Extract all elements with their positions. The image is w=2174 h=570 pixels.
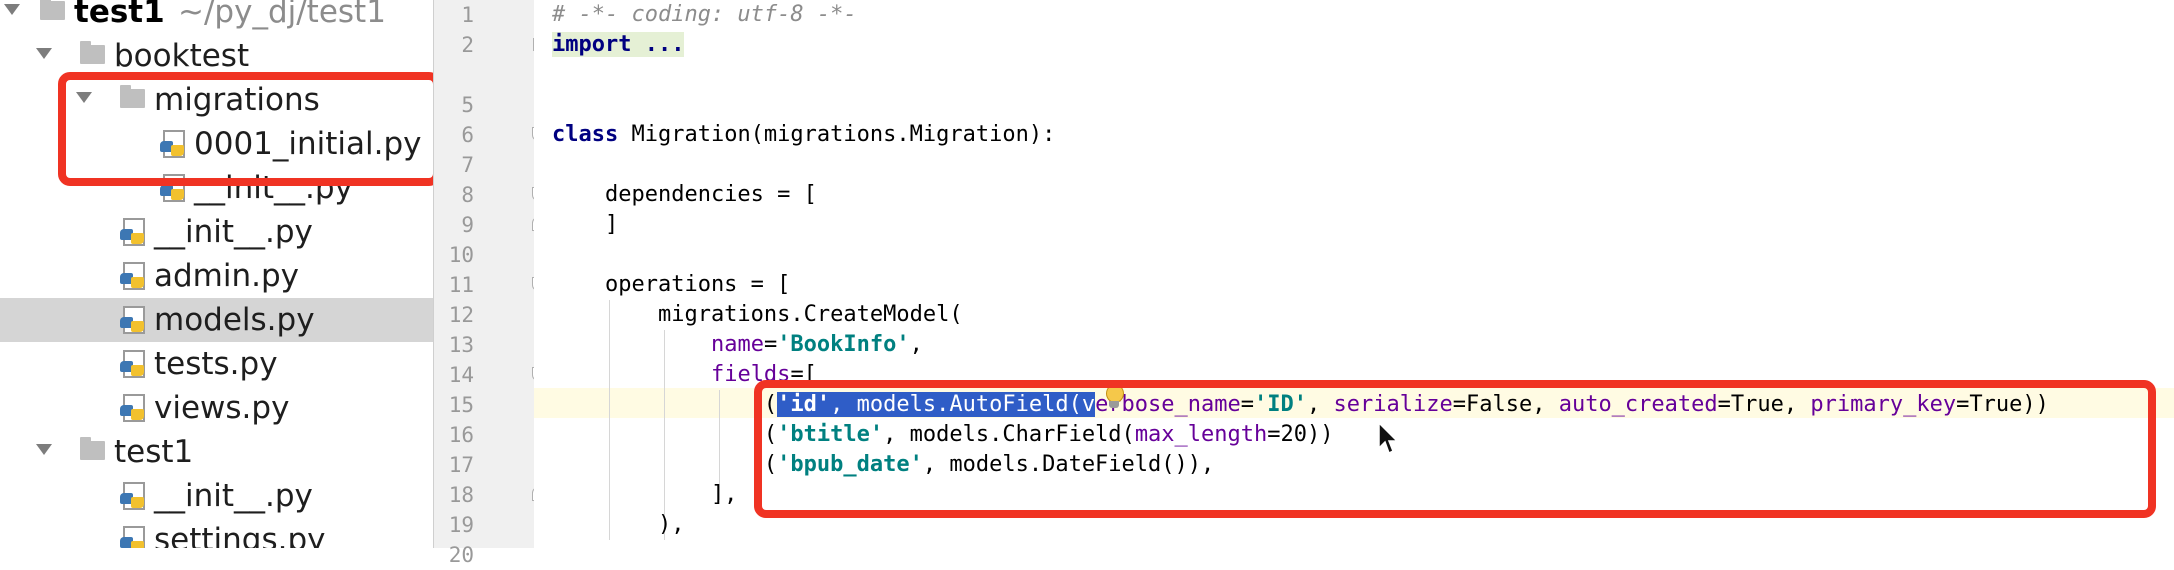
python-file-icon	[120, 261, 146, 290]
line-number: 9	[461, 213, 474, 237]
code-param: name	[710, 332, 764, 357]
tree-item-label: booktest	[114, 38, 250, 74]
tree-item-label: test1	[74, 0, 165, 30]
folder-icon	[80, 437, 105, 460]
line-number: 13	[448, 333, 474, 357]
line-number: 20	[448, 543, 474, 567]
line-number: 1	[461, 3, 474, 27]
code-line-10: ]	[552, 212, 619, 237]
tree-item-label: views.py	[154, 390, 290, 426]
code-text: Migration(migrations.Migration):	[618, 122, 1056, 147]
python-file-icon	[120, 481, 146, 510]
line-number: 18	[448, 483, 474, 507]
mouse-cursor-icon	[1378, 422, 1399, 455]
line-number: 7	[461, 153, 474, 177]
python-file-icon	[120, 305, 146, 334]
chevron-down-icon[interactable]	[36, 444, 52, 455]
code-line-7: class Migration(migrations.Migration):	[552, 120, 1055, 150]
tree-item-test1-init[interactable]: __init__.py	[0, 474, 433, 518]
tree-item-test1-root[interactable]: test1 ~/py_dj/test1	[0, 0, 433, 34]
line-number: 2	[461, 33, 474, 57]
line-number-gutter: 1 2 5 6 7 8 9 10 11 12 13 14 15 16 17 18…	[433, 0, 546, 567]
line-number: 12	[448, 303, 474, 327]
tree-item-label: __init__.py	[154, 214, 313, 250]
chevron-down-icon[interactable]	[36, 48, 52, 59]
line-number: 5	[461, 93, 474, 117]
tree-item-admin[interactable]: admin.py	[0, 254, 433, 298]
tree-item-path: ~/py_dj/test1	[178, 0, 386, 30]
code-line-12: operations = [	[552, 272, 791, 297]
tree-item-label: settings.py	[154, 522, 326, 548]
code-line-20: ),	[552, 512, 685, 537]
python-file-icon	[120, 349, 146, 378]
tree-item-test1[interactable]: test1	[0, 430, 433, 474]
tree-item-label: __init__.py	[154, 478, 313, 514]
line-number: 14	[448, 363, 474, 387]
tree-item-label: tests.py	[154, 346, 278, 382]
code-line-1: # -*- coding: utf-8 -*-	[552, 2, 857, 27]
tree-item-label: models.py	[154, 302, 315, 338]
code-keyword: import	[552, 32, 632, 57]
tree-item-tests[interactable]: tests.py	[0, 342, 433, 386]
line-number: 19	[448, 513, 474, 537]
line-number: 8	[461, 183, 474, 207]
code-line-2: import ...	[552, 30, 685, 60]
code-string: 'BookInfo'	[777, 332, 910, 357]
tree-item-label: admin.py	[154, 258, 300, 294]
line-number: 10	[448, 243, 474, 267]
folded-region[interactable]: ...	[631, 32, 685, 57]
python-file-icon	[120, 393, 146, 422]
python-file-icon	[120, 525, 146, 548]
tree-item-label: test1	[114, 434, 194, 470]
line-number: 6	[461, 123, 474, 147]
code-line-9: dependencies = [	[552, 182, 817, 207]
highlight-box-fields	[754, 380, 2156, 518]
folder-icon	[80, 41, 105, 64]
code-line-13: migrations.CreateModel(	[552, 302, 963, 327]
line-number: 11	[448, 273, 474, 297]
tree-item-booktest-init[interactable]: __init__.py	[0, 210, 433, 254]
tree-item-models[interactable]: models.py	[0, 298, 433, 342]
tree-item-views[interactable]: views.py	[0, 386, 433, 430]
python-file-icon	[120, 217, 146, 246]
line-number: 15	[448, 393, 474, 417]
folder-icon	[40, 0, 65, 20]
code-line-19: ],	[552, 482, 738, 507]
line-number: 16	[448, 423, 474, 447]
chevron-down-icon[interactable]	[4, 4, 20, 15]
code-keyword: class	[552, 122, 619, 147]
code-line-14: name='BookInfo',	[710, 332, 923, 357]
line-number: 17	[448, 453, 474, 477]
tree-item-settings[interactable]: settings.py	[0, 518, 433, 548]
highlight-box-migrations	[58, 72, 441, 186]
